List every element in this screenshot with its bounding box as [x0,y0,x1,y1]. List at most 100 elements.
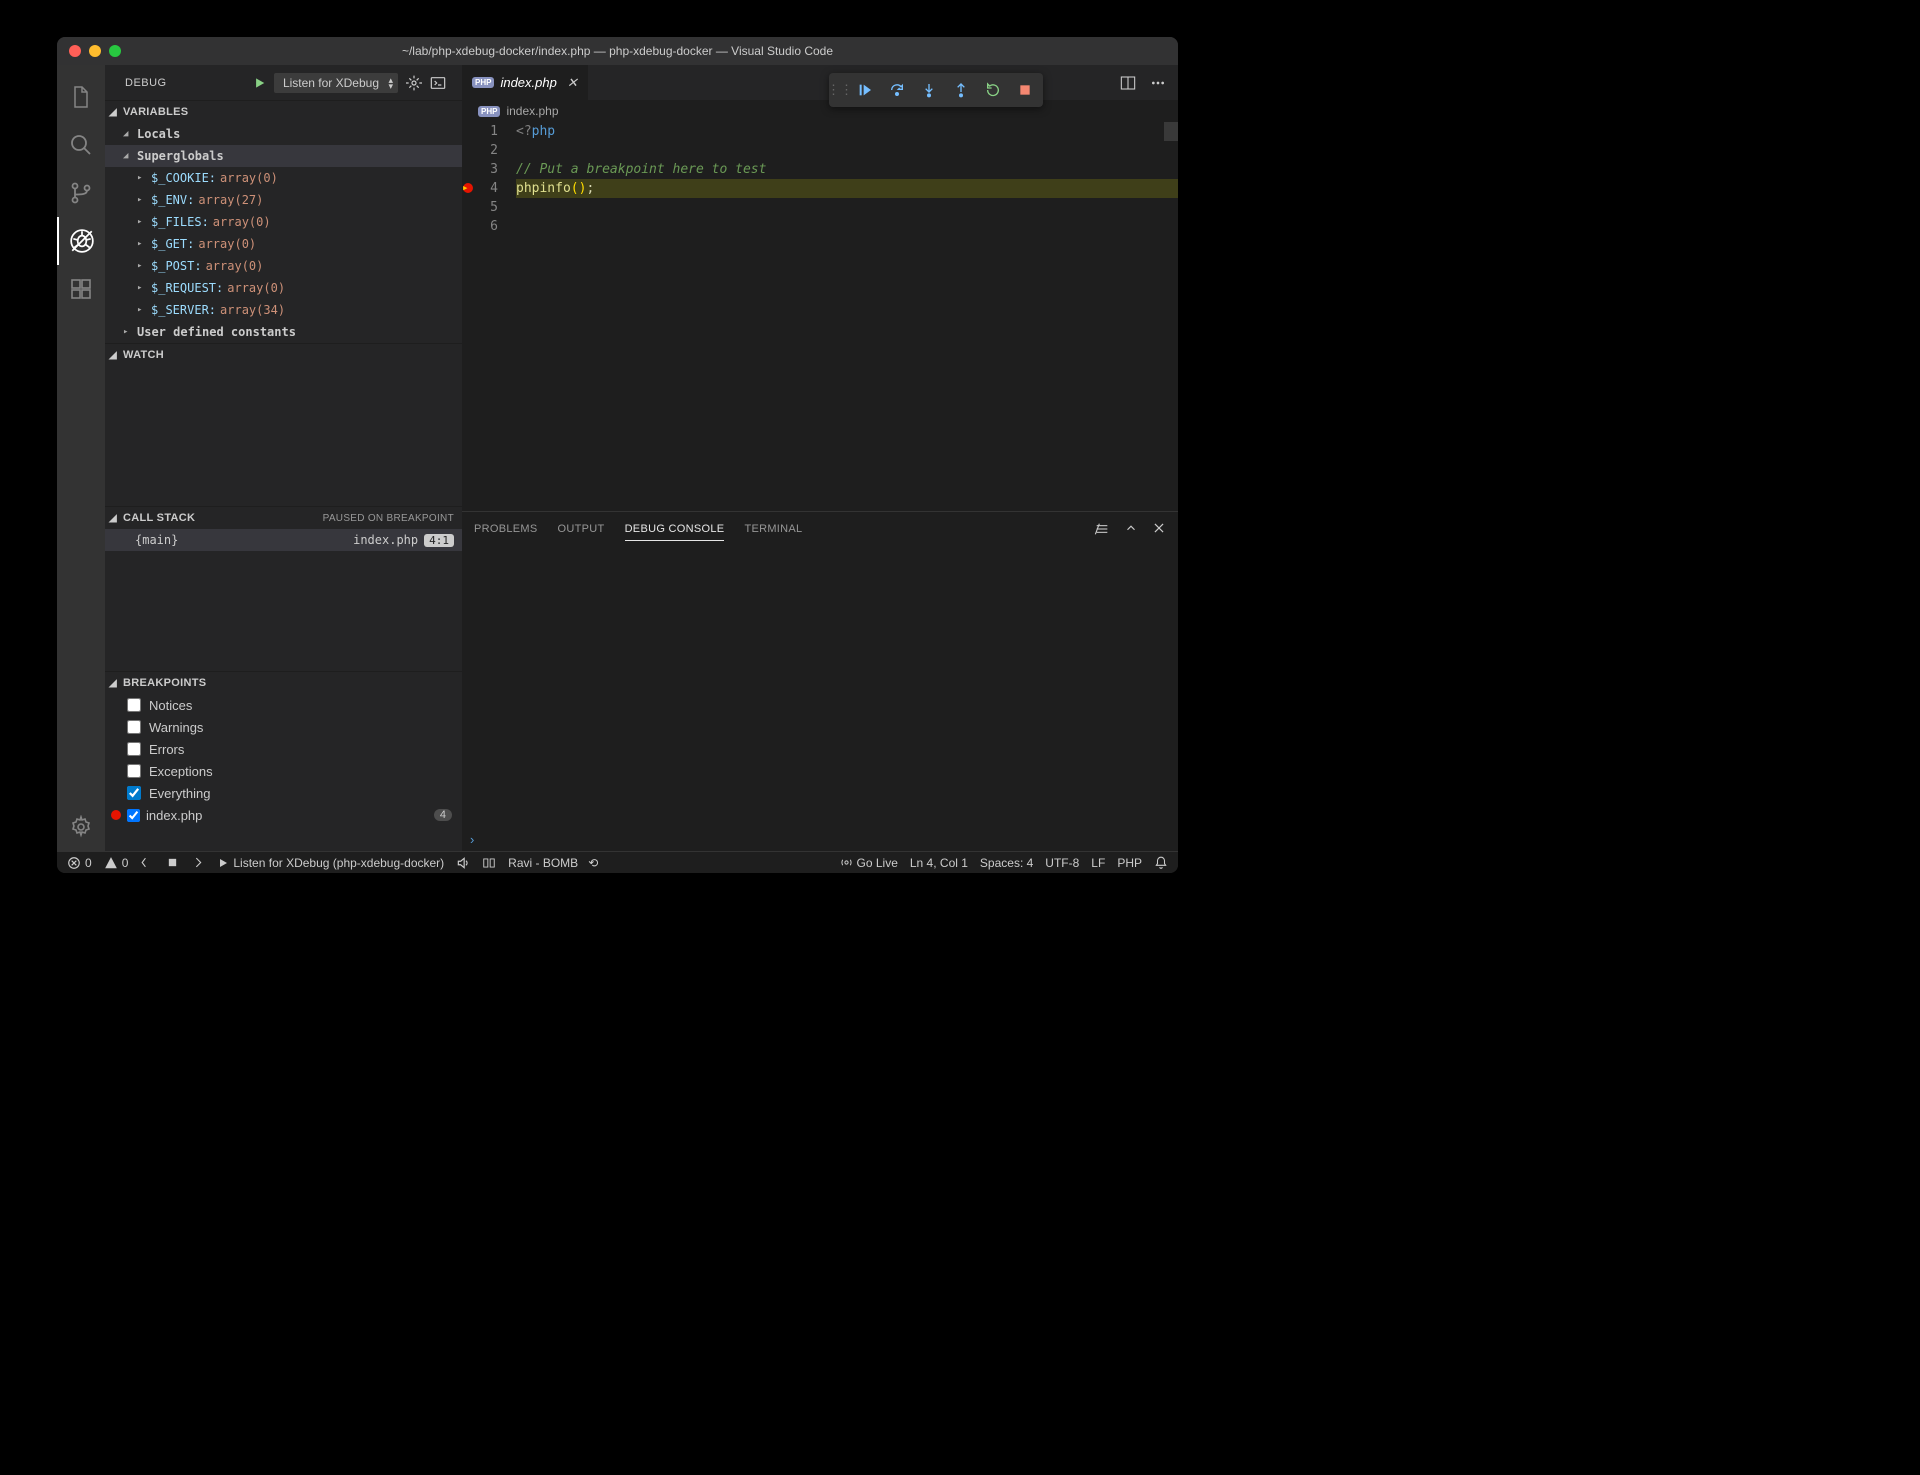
variables-superglobals[interactable]: ◢Superglobals [105,145,462,167]
breakpoint-label: Exceptions [149,764,213,779]
panel-tab-output[interactable]: OUTPUT [558,523,605,535]
panel-tab-problems[interactable]: PROBLEMS [474,523,538,535]
activity-settings[interactable] [57,803,105,851]
frame-location: 4:1 [424,534,454,547]
callstack-label: CALL STACK [123,512,195,524]
breakpoints-section: ◢BREAKPOINTS Notices Warnings Errors Except… [105,671,462,826]
breakpoint-line-badge: 4 [434,809,452,821]
breakpoint-label: Warnings [149,720,203,735]
glyph-margin[interactable]: ▸ [462,122,474,511]
breakpoint-file-row[interactable]: index.php 4 [105,804,462,826]
gear-icon [69,815,93,839]
window-close-button[interactable] [69,45,81,57]
callstack-section: ◢CALL STACK PAUSED ON BREAKPOINT {main} … [105,506,462,671]
tab-close-button[interactable]: ✕ [567,75,578,91]
minimap-slider[interactable] [1164,122,1178,141]
panel-tab-terminal[interactable]: TERMINAL [744,523,802,535]
debug-step-over-button[interactable] [881,75,913,105]
variable-row[interactable]: ▸$_GET: array(0) [105,233,462,255]
breakpoint-category-row[interactable]: Notices [105,694,462,716]
breakpoint-checkbox[interactable] [127,698,141,712]
activity-explorer[interactable] [57,73,105,121]
status-cursor-position[interactable]: Ln 4, Col 1 [910,856,968,870]
debug-continue-button[interactable] [849,75,881,105]
debug-settings-button[interactable] [406,75,422,91]
status-encoding[interactable]: UTF-8 [1045,856,1079,870]
callstack-header[interactable]: ◢CALL STACK PAUSED ON BREAKPOINT [105,507,462,529]
panel-close-button[interactable] [1152,521,1166,537]
debug-step-out-button[interactable] [945,75,977,105]
toolbar-drag-handle[interactable]: ⋮⋮ [831,75,849,105]
breakpoint-checkbox[interactable] [127,764,141,778]
status-errors[interactable]: 0 [67,856,92,870]
breakpoint-checkbox[interactable] [127,720,141,734]
window-maximize-button[interactable] [109,45,121,57]
titlebar: ~/lab/php-xdebug-docker/index.php — php-… [57,37,1178,65]
debug-stop-button[interactable] [1009,75,1041,105]
variables-locals[interactable]: ◢Locals [105,123,462,145]
debug-start-button[interactable] [252,76,266,90]
panel-maximize-button[interactable] [1124,521,1138,537]
clear-console-button[interactable] [1094,521,1110,537]
status-indentation[interactable]: Spaces: 4 [980,856,1033,870]
files-icon [69,85,93,109]
status-notifications[interactable] [1154,856,1168,870]
debug-config-select[interactable]: Listen for XDebug ▴▾ [274,73,398,93]
code-content[interactable]: <?php // Put a breakpoint here to test p… [516,122,1178,511]
breakpoint-checkbox[interactable] [127,786,141,800]
activity-search[interactable] [57,121,105,169]
split-editor-button[interactable] [1120,75,1136,91]
minimap[interactable] [1164,122,1178,141]
watch-header[interactable]: ◢WATCH [105,344,462,366]
breakpoint-category-row[interactable]: Errors [105,738,462,760]
debug-restart-button[interactable] [977,75,1009,105]
variable-row[interactable]: ▸$_COOKIE: array(0) [105,167,462,189]
editor-tab-indexphp[interactable]: PHP index.php ✕ [462,65,589,100]
breakpoint-file-checkbox[interactable] [127,809,140,822]
variable-row[interactable]: ▸$_REQUEST: array(0) [105,277,462,299]
status-reader[interactable] [482,856,496,870]
breadcrumb[interactable]: PHP index.php [462,100,1178,122]
status-debug-target[interactable]: Listen for XDebug (php-xdebug-docker) [217,856,444,870]
watch-label: WATCH [123,349,164,361]
breakpoints-header[interactable]: ◢BREAKPOINTS [105,672,462,694]
branch-icon [69,181,93,205]
variable-row[interactable]: ▸$_POST: array(0) [105,255,462,277]
editor-group: PHP index.php ✕ PHP index.php [462,65,1178,851]
variable-row[interactable]: ▸$_SERVER: array(34) [105,299,462,321]
line-numbers: 123456 [474,122,516,511]
variable-row[interactable]: ▸$_ENV: array(27) [105,189,462,211]
code-editor[interactable]: ▸ 123456 <?php // Put a breakpoint here … [462,122,1178,511]
debug-sidebar: DEBUG Listen for XDebug ▴▾ [105,65,462,851]
window-minimize-button[interactable] [89,45,101,57]
callstack-frame[interactable]: {main} index.php 4:1 [105,529,462,551]
frame-name: {main} [135,533,178,547]
status-go-live[interactable]: Go Live [840,856,898,870]
debug-console-body[interactable]: › [462,545,1178,851]
status-warnings[interactable]: 0 [104,856,129,870]
variables-label: VARIABLES [123,106,188,118]
variables-header[interactable]: ◢VARIABLES [105,101,462,123]
status-audio[interactable] [456,856,470,870]
breakpoint-category-row[interactable]: Everything [105,782,462,804]
status-debug-nav[interactable] [140,856,205,869]
status-now-playing[interactable]: Ravi - BOMB ⟲ [508,856,598,870]
panel-tab-debug-console[interactable]: DEBUG CONSOLE [625,523,725,541]
status-language[interactable]: PHP [1117,856,1142,870]
breakpoint-category-row[interactable]: Exceptions [105,760,462,782]
activity-scm[interactable] [57,169,105,217]
debug-console-toggle[interactable] [430,75,446,91]
activity-extensions[interactable] [57,265,105,313]
variable-row[interactable]: ▸$_FILES: array(0) [105,211,462,233]
variables-user-constants[interactable]: ▸User defined constants [105,321,462,343]
php-icon: PHP [478,106,500,117]
breakpoint-checkbox[interactable] [127,742,141,756]
breakpoint-label: Errors [149,742,184,757]
tab-label: index.php [500,75,556,90]
activity-debug[interactable] [57,217,105,265]
debug-step-into-button[interactable] [913,75,945,105]
more-actions-button[interactable] [1150,75,1166,91]
status-eol[interactable]: LF [1091,856,1105,870]
breakpoint-category-row[interactable]: Warnings [105,716,462,738]
current-line-highlight [516,179,1178,198]
